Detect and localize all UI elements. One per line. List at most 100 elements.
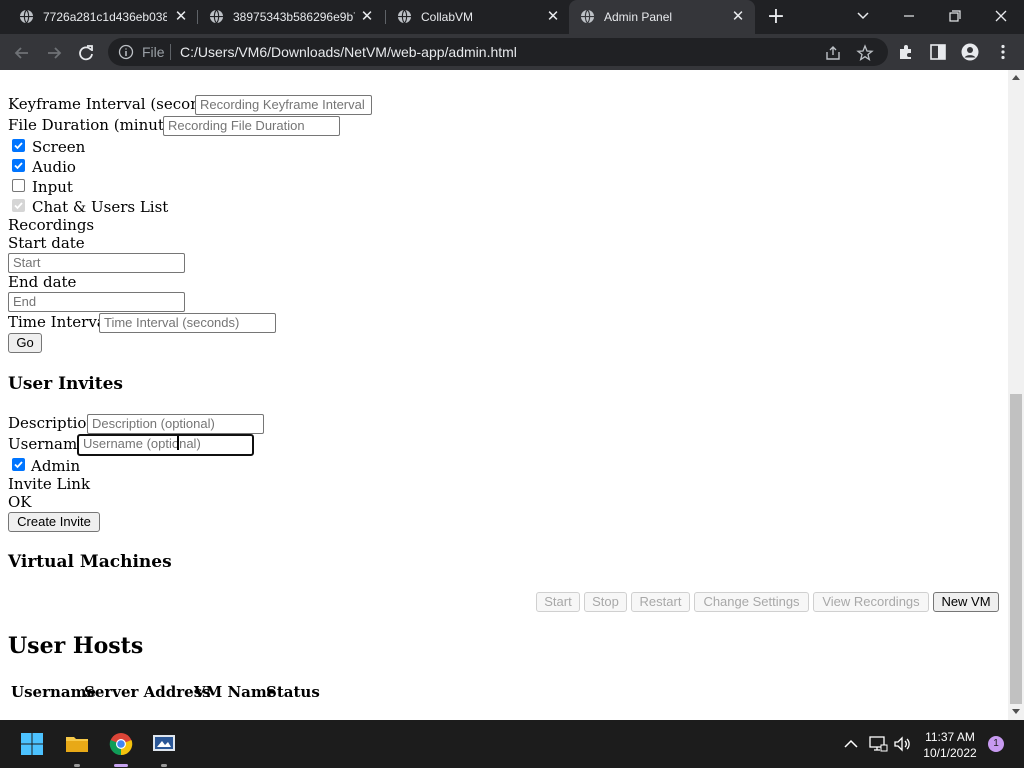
time-interval-input[interactable]: Time Interval (seconds) xyxy=(99,313,276,333)
tab-2-close-icon[interactable]: ✕ xyxy=(358,8,376,26)
description-label: Description xyxy=(8,414,97,432)
tab-3[interactable]: CollabVM ✕ xyxy=(386,0,568,34)
invite-status-text: OK xyxy=(8,493,32,511)
username-label: Username xyxy=(8,435,87,453)
browser-toolbar: File C:/Users/VM6/Downloads/NetVM/web-ap… xyxy=(0,34,1024,70)
globe-icon xyxy=(580,9,595,24)
profile-avatar-icon[interactable] xyxy=(961,43,979,61)
record-screen-checkbox[interactable] xyxy=(12,139,25,152)
record-input-checkbox[interactable] xyxy=(12,179,25,192)
text-cursor-ibeam xyxy=(177,436,179,450)
record-audio-label: Audio xyxy=(32,158,76,176)
file-explorer-icon[interactable] xyxy=(65,732,89,756)
new-tab-plus-icon[interactable]: + xyxy=(766,6,786,28)
checkmark-icon xyxy=(14,162,23,170)
clock-date[interactable]: 10/1/2022 xyxy=(922,746,978,760)
back-arrow-icon[interactable] xyxy=(11,42,33,64)
scheme-label: File xyxy=(142,44,165,60)
file-duration-input[interactable]: Recording File Duration xyxy=(163,116,340,136)
globe-icon xyxy=(19,9,34,24)
tab-3-title: CollabVM xyxy=(421,10,474,24)
file-duration-label: File Duration (minutes) xyxy=(8,116,187,134)
scroll-up-arrow-icon[interactable] xyxy=(1012,75,1020,80)
tab-strip: 7726a281c1d436eb038 ✕ 38975343b586296e9b… xyxy=(0,0,1024,34)
reload-icon[interactable] xyxy=(75,42,97,64)
time-interval-label: Time Interval xyxy=(8,313,111,331)
minimize-icon[interactable] xyxy=(894,4,924,28)
tab-1-title: 7726a281c1d436eb038 xyxy=(43,10,167,24)
record-input-label: Input xyxy=(32,178,73,196)
checkmark-icon xyxy=(14,202,23,210)
tab-4-title: Admin Panel xyxy=(604,10,673,24)
tab-3-close-icon[interactable]: ✕ xyxy=(544,8,562,26)
notification-badge[interactable]: 1 xyxy=(988,736,1004,752)
show-hidden-icons-chevron-icon[interactable] xyxy=(841,734,861,754)
address-separator xyxy=(170,44,171,60)
clock-time[interactable]: 11:37 AM xyxy=(924,730,976,744)
file-explorer-running-indicator xyxy=(74,764,80,767)
recordings-heading: Recordings xyxy=(8,216,95,234)
description-input[interactable]: Description (optional) xyxy=(87,414,264,434)
windows-start-icon[interactable] xyxy=(20,732,44,756)
keyframe-interval-input[interactable]: Recording Keyframe Interval xyxy=(195,95,372,115)
network-icon[interactable] xyxy=(868,734,888,754)
tab-4-active[interactable]: Admin Panel ✕ xyxy=(569,0,755,34)
menu-kebab-icon[interactable] xyxy=(994,43,1012,61)
side-panel-icon[interactable] xyxy=(929,43,947,61)
volume-icon[interactable] xyxy=(892,734,912,754)
chrome-icon[interactable] xyxy=(109,732,133,756)
checkmark-icon xyxy=(14,142,23,150)
username-input[interactable]: Username (optional) xyxy=(77,434,254,456)
vm-stop-button[interactable]: Stop xyxy=(584,592,627,612)
tab-4-close-icon[interactable]: ✕ xyxy=(729,8,747,26)
vm-restart-button[interactable]: Restart xyxy=(631,592,690,612)
share-icon[interactable] xyxy=(824,44,842,62)
admin-checkbox[interactable] xyxy=(12,458,25,471)
checkmark-icon xyxy=(14,461,23,469)
bookmark-star-icon[interactable] xyxy=(856,44,874,62)
create-invite-button[interactable]: Create Invite xyxy=(8,512,100,532)
extensions-puzzle-icon[interactable] xyxy=(897,43,915,61)
remote-desktop-running-indicator xyxy=(161,764,167,767)
new-vm-button[interactable]: New VM xyxy=(933,592,999,612)
vm-start-button[interactable]: Start xyxy=(536,592,580,612)
address-url[interactable]: C:/Users/VM6/Downloads/NetVM/web-app/adm… xyxy=(180,44,517,60)
column-header-server-address: Server Address xyxy=(84,683,211,701)
user-invites-heading: User Invites xyxy=(8,374,123,394)
chrome-active-indicator xyxy=(114,764,128,767)
vm-view-recordings-button[interactable]: View Recordings xyxy=(813,592,929,612)
column-header-status: Status xyxy=(266,683,320,701)
go-button[interactable]: Go xyxy=(8,333,42,353)
start-date-input[interactable]: Start xyxy=(8,253,185,273)
info-icon[interactable] xyxy=(118,44,134,60)
record-chat-users-label: Chat & Users List xyxy=(32,198,169,216)
scroll-down-arrow-icon[interactable] xyxy=(1012,709,1020,714)
globe-icon xyxy=(397,9,412,24)
record-audio-checkbox[interactable] xyxy=(12,159,25,172)
vm-change-settings-button[interactable]: Change Settings xyxy=(694,592,809,612)
start-date-label: Start date xyxy=(8,234,85,252)
tab-2[interactable]: 38975343b586296e9b7 ✕ xyxy=(198,0,386,34)
end-date-input[interactable]: End xyxy=(8,292,185,312)
admin-label: Admin xyxy=(31,457,81,475)
record-screen-label: Screen xyxy=(32,138,86,156)
remote-desktop-icon[interactable] xyxy=(152,732,176,756)
tab-1-close-icon[interactable]: ✕ xyxy=(172,8,190,26)
admin-panel-page: Keyframe Interval (seconds) Recording Ke… xyxy=(0,70,1008,720)
keyframe-interval-label: Keyframe Interval (seconds) xyxy=(8,95,224,113)
tab-1[interactable]: 7726a281c1d436eb038 ✕ xyxy=(8,0,196,34)
windows-taskbar: 11:37 AM 10/1/2022 1 xyxy=(0,720,1024,768)
end-date-label: End date xyxy=(8,273,77,291)
record-chat-users-checkbox xyxy=(12,199,25,212)
globe-icon xyxy=(209,9,224,24)
address-bar[interactable]: File C:/Users/VM6/Downloads/NetVM/web-ap… xyxy=(108,38,888,66)
user-hosts-heading: User Hosts xyxy=(8,633,144,659)
restore-icon[interactable] xyxy=(940,4,970,28)
page-scrollbar[interactable] xyxy=(1008,70,1024,720)
forward-arrow-icon[interactable] xyxy=(43,42,65,64)
tab-search-chevron-icon[interactable] xyxy=(848,4,878,28)
scrollbar-thumb[interactable] xyxy=(1010,394,1022,704)
virtual-machines-heading: Virtual Machines xyxy=(8,552,172,572)
close-window-icon[interactable] xyxy=(986,4,1016,28)
tab-2-title: 38975343b586296e9b7 xyxy=(233,10,355,24)
